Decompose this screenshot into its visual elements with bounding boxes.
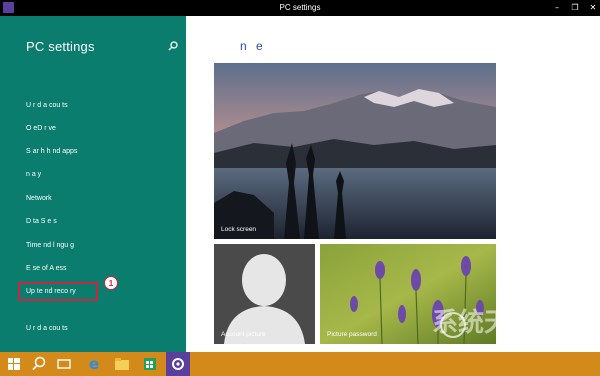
lock-screen-label: Lock screen — [221, 226, 257, 233]
file-explorer-icon[interactable] — [110, 352, 134, 376]
taskbar-search-icon[interactable] — [27, 352, 51, 376]
user-avatar-icon — [224, 254, 305, 344]
windows-start-icon[interactable] — [2, 352, 26, 376]
picture-password-label: Picture password — [327, 331, 377, 338]
sidebar-item-users-accounts-2[interactable]: U r d a cou ts — [26, 325, 68, 332]
sidebar: PC settings U r d a cou ts O eD r ve S a… — [0, 16, 186, 352]
sidebar-item-ease-of-access[interactable]: E se of A ess — [26, 265, 66, 272]
lock-screen-tile[interactable]: Lock screen — [214, 63, 496, 239]
internet-explorer-icon[interactable]: e — [82, 352, 106, 376]
taskbar: e — [0, 352, 600, 376]
search-icon[interactable] — [168, 41, 178, 51]
sidebar-item-time-language[interactable]: Time nd l ngu g — [26, 242, 74, 249]
restore-button[interactable]: ❐ — [566, 0, 584, 16]
step-badge: 1 — [104, 276, 118, 290]
page-heading: n e — [240, 39, 266, 53]
sidebar-item-search-apps[interactable]: S ar h h nd apps — [26, 148, 77, 155]
task-view-icon[interactable] — [52, 352, 76, 376]
sidebar-title: PC settings — [26, 39, 95, 54]
sidebar-item-privacy[interactable]: n a y — [26, 171, 41, 178]
account-picture-tile[interactable]: Account picture — [214, 244, 315, 344]
settings-icon[interactable] — [166, 352, 190, 376]
lock-screen-image — [214, 63, 496, 239]
close-button[interactable]: ✕ — [584, 0, 600, 16]
highlight-box — [18, 282, 98, 301]
watermark: 系统天堂 — [432, 308, 537, 338]
sidebar-item-data-sense[interactable]: D ta S e s — [26, 218, 57, 225]
store-icon[interactable] — [138, 352, 162, 376]
sidebar-item-network[interactable]: Network — [26, 195, 52, 202]
svg-text:e: e — [89, 355, 99, 373]
sidebar-item-onedrive[interactable]: O eD r ve — [26, 125, 56, 132]
window-title: PC settings — [279, 3, 321, 12]
title-bar: PC settings – ❐ ✕ — [0, 0, 600, 16]
minimize-button[interactable]: – — [548, 0, 566, 16]
sidebar-item-users-accounts[interactable]: U r d a cou ts — [26, 102, 68, 109]
account-picture-label: Account picture — [221, 331, 266, 338]
